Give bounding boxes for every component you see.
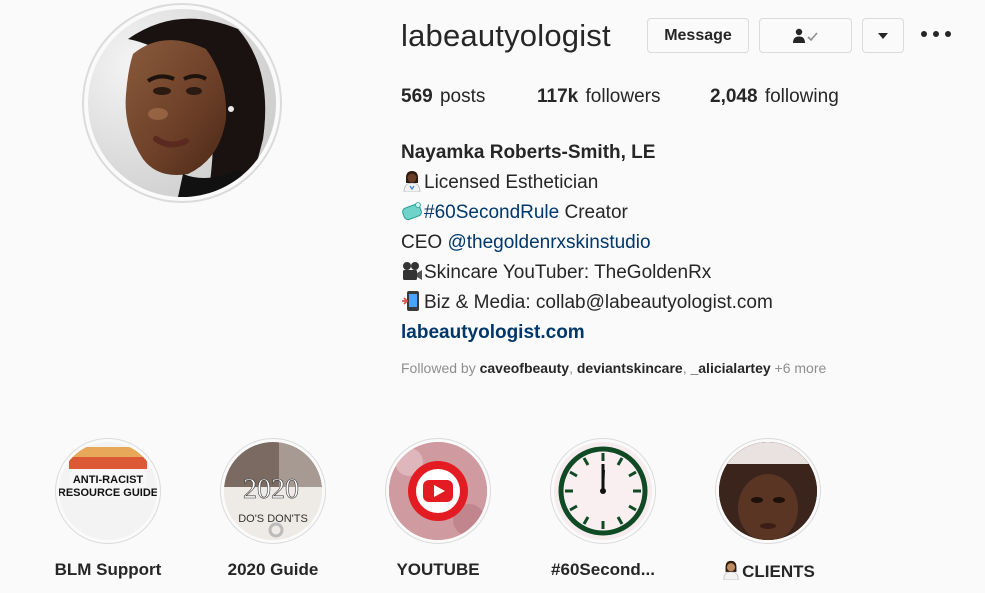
profile-username: labeautyologist — [401, 18, 611, 53]
bio-text: Licensed Esthetician — [424, 172, 599, 193]
highlight-2020-guide[interactable]: 2020 DO'S DON'TS 2020 Guide — [220, 438, 326, 579]
followed-by[interactable]: Followed by caveofbeauty, deviantskincar… — [401, 360, 826, 376]
highlight-label: #60Second... — [551, 560, 655, 579]
bio-text: Biz & Media: collab@labeautyologist.com — [424, 292, 773, 313]
profile-avatar[interactable] — [88, 9, 276, 197]
highlight-cover: ANTI-RACIST RESOURCE GUIDE — [59, 442, 157, 540]
following-link[interactable]: 2,048 following — [710, 86, 839, 108]
highlight-ring[interactable] — [385, 438, 491, 544]
more-dot-icon — [921, 31, 927, 37]
highlight-ring[interactable]: ANTI-RACIST RESOURCE GUIDE — [55, 438, 161, 544]
highlight-ring[interactable] — [715, 438, 821, 544]
person-check-icon — [792, 28, 818, 43]
more-dot-icon — [945, 31, 951, 37]
bio-line: CEO @thegoldenrxskinstudio — [401, 228, 773, 258]
highlight-ring[interactable]: 2020 DO'S DON'TS — [220, 438, 326, 544]
highlight-cover-text: RESOURCE GUIDE — [59, 487, 157, 499]
woman-health-worker-icon — [403, 171, 421, 192]
bio-line: Biz & Media: collab@labeautyologist.com — [401, 288, 773, 318]
highlight-label: 2020 Guide — [227, 560, 319, 579]
highlight-cover — [554, 442, 652, 540]
website-link[interactable]: labeautyologist.com — [401, 318, 773, 348]
stat-value: 569 — [401, 86, 433, 107]
bio-line: Licensed Esthetician — [401, 168, 773, 198]
highlight-cover — [389, 442, 487, 540]
highlight-ring[interactable] — [550, 438, 656, 544]
chevron-down-icon — [878, 32, 888, 39]
followed-by-more[interactable]: +6 more — [771, 360, 827, 376]
follower-username[interactable]: caveofbeauty — [480, 360, 569, 376]
soap-icon — [402, 202, 422, 221]
bio-line: Skincare YouTuber: TheGoldenRx — [401, 258, 773, 288]
highlight-label-text: CLIENTS — [742, 562, 815, 581]
following-button[interactable] — [759, 18, 852, 53]
bio-text: Creator — [559, 202, 628, 223]
highlight-label: YOUTUBE — [396, 560, 480, 579]
more-dot-icon — [933, 31, 939, 37]
stat-label: posts — [439, 86, 486, 107]
bio-text: Skincare YouTuber: TheGoldenRx — [424, 262, 712, 283]
profile-full-name: Nayamka Roberts-Smith, LE — [401, 142, 656, 163]
stat-value: 117k — [537, 86, 579, 107]
highlight-label: CLIENTS — [685, 560, 851, 582]
hashtag-link[interactable]: #60SecondRule — [424, 202, 559, 223]
follower-username[interactable]: deviantskincare — [577, 360, 683, 376]
followers-link[interactable]: 117k followers — [537, 86, 661, 108]
highlight-blm-support[interactable]: ANTI-RACIST RESOURCE GUIDE BLM Support — [55, 438, 161, 579]
stat-label: following — [764, 86, 839, 107]
profile-bio: Nayamka Roberts-Smith, LE Licensed Esthe… — [401, 138, 773, 348]
separator: , — [569, 360, 577, 376]
highlight-60second[interactable]: #60Second... — [550, 438, 656, 579]
message-button[interactable]: Message — [647, 18, 749, 53]
bio-line: #60SecondRule Creator — [401, 198, 773, 228]
stat-value: 2,048 — [710, 86, 758, 107]
followed-by-prefix: Followed by — [401, 360, 480, 376]
movie-camera-icon — [403, 262, 422, 280]
mobile-phone-icon — [402, 291, 419, 311]
mention-link[interactable]: @thegoldenrxskinstudio — [447, 232, 650, 253]
highlight-cover: 2020 DO'S DON'TS — [224, 442, 322, 540]
highlight-label: BLM Support — [54, 560, 162, 579]
woman-health-worker-icon — [723, 560, 739, 580]
more-options-button[interactable] — [921, 22, 951, 46]
suggested-dropdown-button[interactable] — [862, 18, 904, 53]
highlight-youtube[interactable]: YOUTUBE — [385, 438, 491, 579]
highlight-cover-text: ANTI-RACIST — [73, 474, 144, 486]
posts-count: 569 posts — [401, 86, 485, 108]
highlight-clients[interactable]: CLIENTS — [715, 438, 821, 581]
highlight-cover-text: 2020 — [243, 474, 299, 505]
clock-icon — [554, 442, 652, 540]
highlight-cover — [719, 442, 817, 540]
follower-username[interactable]: _alicialartey — [690, 360, 770, 376]
bio-text: CEO — [401, 232, 448, 253]
stat-label: followers — [585, 86, 661, 107]
